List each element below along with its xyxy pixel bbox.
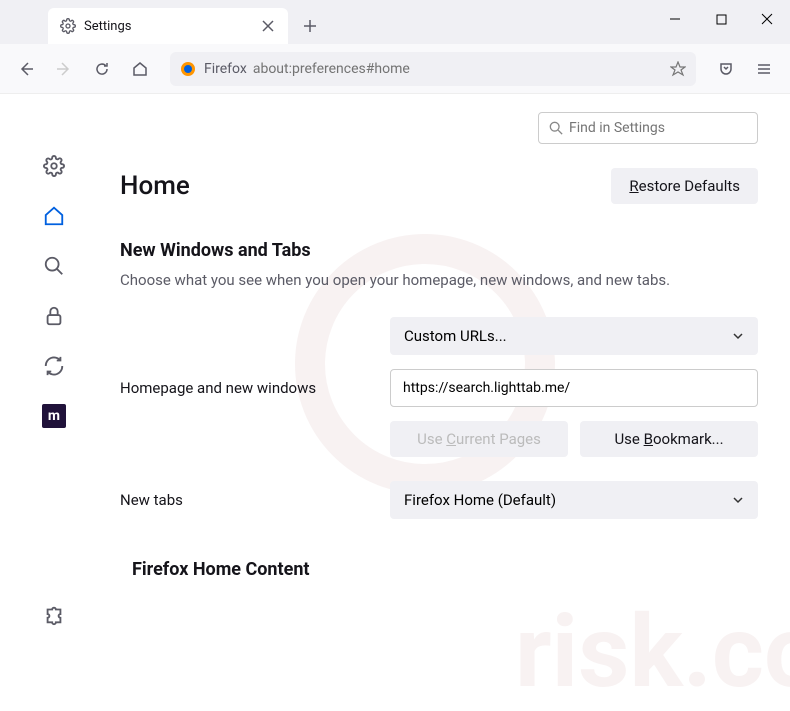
gear-icon xyxy=(43,155,65,177)
url-text: about:preferences#home xyxy=(253,61,670,77)
new-tab-button[interactable] xyxy=(296,12,324,40)
minimize-button[interactable] xyxy=(652,0,698,38)
close-window-button[interactable] xyxy=(744,0,790,38)
select-value: Custom URLs... xyxy=(404,327,507,345)
toolbar: Firefox about:preferences#home xyxy=(0,44,790,94)
section-title-windows-tabs: New Windows and Tabs xyxy=(120,240,758,261)
tab-title: Settings xyxy=(84,19,260,34)
url-prefix: Firefox xyxy=(204,61,247,77)
arrow-left-icon xyxy=(18,61,34,77)
close-icon xyxy=(262,20,274,32)
star-icon xyxy=(670,61,686,77)
firefox-icon xyxy=(180,61,196,77)
bookmark-star-button[interactable] xyxy=(670,61,686,77)
pocket-icon xyxy=(718,61,734,77)
pocket-button[interactable] xyxy=(710,53,742,85)
section-title-home-content: Firefox Home Content xyxy=(132,559,758,580)
section-desc: Choose what you see when you open your h… xyxy=(120,271,758,289)
search-icon xyxy=(549,121,563,135)
search-box[interactable] xyxy=(538,112,758,144)
url-bar[interactable]: Firefox about:preferences#home xyxy=(170,52,696,86)
sync-icon xyxy=(43,355,65,377)
chevron-down-icon xyxy=(732,330,744,342)
newtabs-label: New tabs xyxy=(120,491,370,509)
search-input[interactable] xyxy=(569,120,747,136)
sidebar-item-more[interactable]: m xyxy=(42,404,66,428)
arrow-right-icon xyxy=(56,61,72,77)
titlebar: Settings xyxy=(0,0,790,44)
browser-tab[interactable]: Settings xyxy=(48,8,288,44)
chevron-down-icon xyxy=(732,494,744,506)
window-controls xyxy=(652,0,790,38)
homepage-mode-select[interactable]: Custom URLs... xyxy=(390,317,758,355)
maximize-icon xyxy=(716,14,727,25)
puzzle-icon xyxy=(43,604,65,626)
maximize-button[interactable] xyxy=(698,0,744,38)
menu-button[interactable] xyxy=(748,53,780,85)
plus-icon xyxy=(303,19,317,33)
home-icon xyxy=(43,205,65,227)
page-title: Home xyxy=(120,171,190,201)
select-value: Firefox Home (Default) xyxy=(404,491,556,509)
main-panel: Home Restore Defaults New Windows and Ta… xyxy=(108,94,790,627)
sidebar-item-extensions[interactable] xyxy=(42,603,66,627)
sidebar-item-search[interactable] xyxy=(42,254,66,278)
reload-icon xyxy=(94,61,110,77)
sidebar-item-home[interactable] xyxy=(42,204,66,228)
use-bookmark-button[interactable]: Use Bookmark... xyxy=(580,421,758,457)
close-icon xyxy=(761,13,773,25)
hamburger-icon xyxy=(756,61,772,77)
forward-button[interactable] xyxy=(48,53,80,85)
sidebar-item-sync[interactable] xyxy=(42,354,66,378)
restore-defaults-button[interactable]: Restore Defaults xyxy=(611,168,758,204)
homepage-url-input[interactable] xyxy=(390,369,758,407)
minimize-icon xyxy=(669,13,681,25)
reload-button[interactable] xyxy=(86,53,118,85)
content: m Home Restore Defaults New Windows and … xyxy=(0,94,790,627)
search-icon xyxy=(43,255,65,277)
back-button[interactable] xyxy=(10,53,42,85)
home-icon xyxy=(132,61,148,77)
sidebar-item-general[interactable] xyxy=(42,154,66,178)
mozilla-icon: m xyxy=(42,404,66,428)
home-button[interactable] xyxy=(124,53,156,85)
sidebar: m xyxy=(0,94,108,627)
gear-icon xyxy=(60,18,76,34)
use-current-pages-button[interactable]: Use Current Pages xyxy=(390,421,568,457)
sidebar-item-privacy[interactable] xyxy=(42,304,66,328)
tab-close-button[interactable] xyxy=(260,18,276,34)
lock-icon xyxy=(43,305,65,327)
homepage-label: Homepage and new windows xyxy=(120,379,370,397)
newtabs-select[interactable]: Firefox Home (Default) xyxy=(390,481,758,519)
